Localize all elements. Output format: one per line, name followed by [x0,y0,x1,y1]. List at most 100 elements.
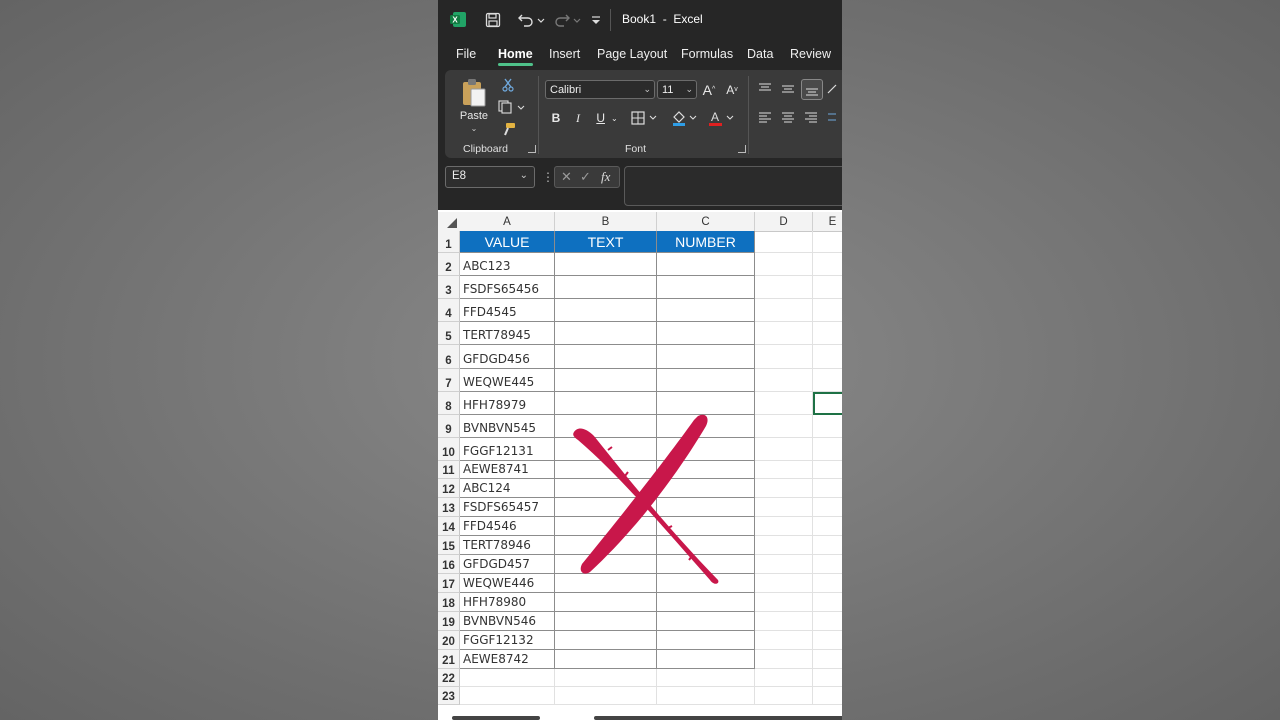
table-cell[interactable]: GFDGD456 [460,345,555,369]
row-header[interactable]: 7 [438,369,460,392]
undo-button[interactable] [516,10,546,30]
grid-cell[interactable] [755,517,813,536]
indent-icon[interactable] [825,108,839,126]
grid-cell[interactable] [755,593,813,612]
row-header[interactable]: 23 [438,687,460,705]
table-cell[interactable] [555,253,657,276]
copy-icon[interactable] [497,98,527,116]
table-cell[interactable]: AEWE8742 [460,650,555,669]
table-cell[interactable]: HFH78979 [460,392,555,415]
table-cell[interactable]: FSDFS65457 [460,498,555,517]
table-cell[interactable] [555,631,657,650]
row-header[interactable]: 16 [438,555,460,574]
align-middle-icon[interactable] [778,80,798,98]
table-cell[interactable] [555,299,657,322]
table-cell[interactable] [657,631,755,650]
grid-cell[interactable] [813,253,842,276]
table-cell[interactable] [555,536,657,555]
table-cell[interactable] [657,650,755,669]
table-cell[interactable] [657,612,755,631]
grid-cell[interactable] [813,415,842,438]
borders-icon[interactable] [630,108,662,128]
align-top-icon[interactable] [755,80,775,98]
table-cell[interactable]: FFD4545 [460,299,555,322]
tab-review[interactable]: Review [790,47,831,61]
table-cell[interactable] [555,612,657,631]
row-header[interactable]: 20 [438,631,460,650]
table-cell[interactable]: HFH78980 [460,593,555,612]
grid-cell[interactable] [657,669,755,687]
table-cell[interactable] [555,322,657,345]
row-header[interactable]: 4 [438,299,460,322]
table-cell[interactable] [555,276,657,299]
grid-cell[interactable] [755,650,813,669]
table-cell[interactable] [657,392,755,415]
grid-cell[interactable] [813,479,842,498]
table-cell[interactable]: FFD4546 [460,517,555,536]
grid-cell[interactable] [755,669,813,687]
row-header[interactable]: 19 [438,612,460,631]
grid-cell[interactable] [813,231,842,253]
table-header-cell[interactable]: VALUE [460,231,555,253]
grid-cell[interactable] [813,555,842,574]
row-header[interactable]: 21 [438,650,460,669]
table-cell[interactable] [657,415,755,438]
clipboard-launcher-icon[interactable] [528,145,536,153]
paste-button[interactable]: Paste ⌄ [453,76,495,134]
grid-cell[interactable] [755,276,813,299]
redo-button[interactable] [552,10,582,30]
tab-data[interactable]: Data [747,47,773,61]
italic-icon[interactable]: I [569,108,587,128]
fill-color-icon[interactable] [671,108,701,128]
grid-cell[interactable] [813,687,842,705]
grid-cell[interactable] [755,231,813,253]
column-header-e[interactable]: E [813,212,842,231]
table-cell[interactable] [555,392,657,415]
grid-cell[interactable] [755,479,813,498]
row-header[interactable]: 5 [438,322,460,345]
row-header[interactable]: 13 [438,498,460,517]
row-header[interactable]: 1 [438,231,460,253]
increase-font-size-icon[interactable]: A ^ [699,80,719,99]
grid-cell[interactable] [813,612,842,631]
table-cell[interactable]: FSDFS65456 [460,276,555,299]
grid-cell[interactable] [755,299,813,322]
grid-cell[interactable] [755,415,813,438]
formula-bar-grip-icon[interactable]: ⋮ [542,170,554,184]
table-cell[interactable]: ABC124 [460,479,555,498]
table-cell[interactable]: FGGF12132 [460,631,555,650]
select-all-button[interactable] [438,212,460,231]
table-cell[interactable] [555,498,657,517]
grid-cell[interactable] [813,574,842,593]
grid-cell[interactable] [555,687,657,705]
table-cell[interactable] [555,574,657,593]
table-cell[interactable] [657,574,755,593]
enter-icon[interactable]: ✓ [580,169,591,185]
formula-input[interactable] [624,166,842,206]
grid-cell[interactable] [813,461,842,479]
grid-cell[interactable] [755,574,813,593]
grid-cell[interactable] [813,536,842,555]
table-cell[interactable] [555,479,657,498]
font-color-icon[interactable]: A [707,108,739,128]
table-cell[interactable]: BVNBVN545 [460,415,555,438]
table-cell[interactable] [657,555,755,574]
grid-cell[interactable] [755,322,813,345]
table-cell[interactable]: FGGF12131 [460,438,555,461]
table-cell[interactable] [657,438,755,461]
table-cell[interactable] [657,299,755,322]
grid-cell[interactable] [755,555,813,574]
grid-cell[interactable] [755,392,813,415]
row-header[interactable]: 18 [438,593,460,612]
grid-cell[interactable] [813,517,842,536]
table-cell[interactable]: WEQWE445 [460,369,555,392]
tab-formulas[interactable]: Formulas [681,47,733,61]
cut-icon[interactable] [499,76,517,94]
decrease-font-size-icon[interactable]: Av [722,80,742,99]
table-cell[interactable] [555,593,657,612]
table-cell[interactable] [657,369,755,392]
column-header-c[interactable]: C [657,212,755,231]
table-cell[interactable] [657,322,755,345]
grid-cell[interactable] [813,498,842,517]
row-header[interactable]: 14 [438,517,460,536]
